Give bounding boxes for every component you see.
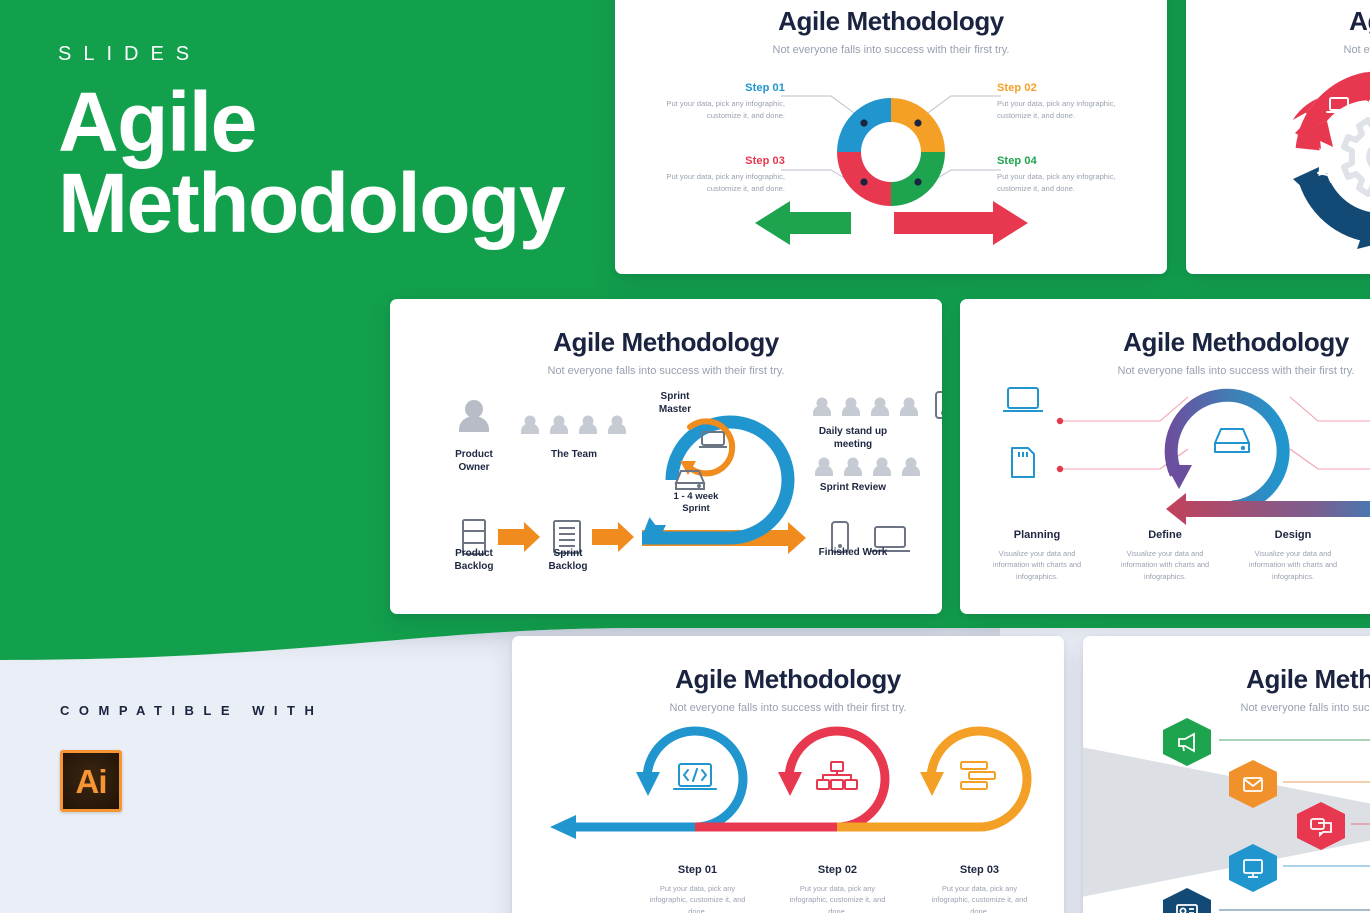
step-label: Step 02 xyxy=(997,82,1037,94)
step-label: Step 03 xyxy=(745,155,785,167)
donut-step-01: Step 01 Put your data, pick any infograp… xyxy=(637,82,785,122)
step-label: Step 01 xyxy=(745,82,785,94)
step-body: Put your data, pick any infographic, cus… xyxy=(931,883,1028,913)
phases-loop-arrowhead xyxy=(1166,465,1192,489)
label-sprint-master: Sprint Master xyxy=(658,391,692,415)
green-arrow-left xyxy=(755,201,851,245)
slide-subtitle: Not everyone falls into success with the… xyxy=(1343,44,1370,56)
label-sprint-backlog: Sprint Backlog xyxy=(548,548,588,572)
slide-title: Agile Methodology xyxy=(1349,6,1370,36)
slide-subtitle: Not everyone falls into success with the… xyxy=(1117,365,1355,377)
donut-step-02: Step 02 Put your data, pick any infograp… xyxy=(997,82,1145,122)
label-product-owner: Product Owner xyxy=(455,449,493,473)
person-icon xyxy=(459,400,489,432)
loops-infographic xyxy=(550,726,1032,839)
step-body: Put your data, pick any infographic, cus… xyxy=(666,99,785,120)
phase-label: Planning xyxy=(1013,529,1061,541)
label-sprint-duration: 1 - 4 week Sprint xyxy=(673,491,719,514)
phase-item-develop: Develop Visualize your data and informat… xyxy=(1366,529,1370,582)
server-icon-design xyxy=(1214,428,1250,453)
sprint-review-people-icons xyxy=(815,457,920,476)
gear-icon xyxy=(1341,117,1370,197)
phase-body: Visualize your data and information with… xyxy=(1248,548,1338,581)
hexagons-infographic xyxy=(1083,718,1370,913)
slide-subtitle: Not everyone falls into success with the… xyxy=(669,702,907,714)
standup-people-icons xyxy=(813,397,918,416)
hierarchy-icon xyxy=(816,761,858,790)
hero-block: SLIDES Agile Methodology xyxy=(58,43,566,251)
hexagon-node-1 xyxy=(1163,718,1211,766)
step-body: Put your data, pick any infographic, cus… xyxy=(997,172,1116,193)
donut-step-03: Step 03 Put your data, pick any infograp… xyxy=(637,155,785,195)
label-daily-standup: Daily stand up meeting xyxy=(818,426,888,450)
phase-label: Define xyxy=(1148,529,1182,541)
phase-label: Design xyxy=(1274,529,1312,541)
phase-item-planning: Planning Visualize your data and informa… xyxy=(982,529,1092,582)
list-icon xyxy=(960,761,996,790)
step-label: Step 02 xyxy=(817,864,858,876)
step-label: Step 04 xyxy=(997,155,1037,167)
laptop-icon-planning xyxy=(1003,387,1043,412)
slide-card-loops[interactable]: Agile Methodology Not everyone falls int… xyxy=(512,636,1064,913)
phone-icon-standup xyxy=(935,391,942,419)
phase-item-design: Design Visualize your data and informati… xyxy=(1238,529,1348,582)
step-label: Step 03 xyxy=(959,864,1000,876)
loop-blue-arrowhead xyxy=(550,815,576,839)
step-body: Put your data, pick any infographic, cus… xyxy=(997,99,1116,120)
step-body: Put your data, pick any infographic, cus… xyxy=(649,883,746,913)
slide-title: Agile Methodology xyxy=(1123,327,1349,357)
phase-body: Visualize your data and information with… xyxy=(992,548,1082,581)
cycle-arrows-infographic xyxy=(1292,71,1370,249)
slide-card-sprint[interactable]: Agile Methodology Not everyone falls int… xyxy=(390,299,942,614)
phase-body: Visualize your data and information with… xyxy=(1366,548,1370,582)
sprint-loop xyxy=(642,415,795,545)
adobe-illustrator-icon: Ai xyxy=(60,750,122,812)
compatible-with-label: COMPATIBLE WITH xyxy=(60,703,324,718)
hero-title-line2: Methodology xyxy=(58,156,566,251)
slide-subtitle: Not everyone falls into success with the… xyxy=(547,365,785,377)
slide-subtitle: Not everyone falls into success with the… xyxy=(772,44,1010,56)
donut-ring xyxy=(837,98,945,206)
hero-kicker: SLIDES xyxy=(58,43,202,65)
phase-body: Visualize your data and information with… xyxy=(1120,548,1210,581)
sd-card-icon-define xyxy=(1011,447,1035,478)
page-title: Agile Methodology xyxy=(58,80,566,251)
server-icon-sprint xyxy=(674,470,706,490)
label-the-team: The Team xyxy=(551,449,597,460)
label-finished-work: Finished Work xyxy=(818,547,888,558)
hero-title-line1: Agile xyxy=(58,75,257,169)
label-sprint-review: Sprint Review xyxy=(819,482,887,493)
hexagon-node-5 xyxy=(1163,888,1211,913)
step-label: Step 01 xyxy=(677,864,718,876)
phase-item-define: Define Visualize your data and informati… xyxy=(1110,529,1220,582)
step-body: Put your data, pick any infographic, cus… xyxy=(789,883,886,913)
slide-card-cycle[interactable]: Agile Methodology Not everyone falls int… xyxy=(1186,0,1370,274)
phase-label: Develop xyxy=(1366,529,1370,543)
slide-card-donut[interactable]: Agile Methodology Not everyone falls int… xyxy=(615,0,1167,274)
ai-badge-text: Ai xyxy=(75,762,108,800)
loop-step-03: Step 03 Put your data, pick any infograp… xyxy=(922,864,1037,913)
donut-step-04: Step 04 Put your data, pick any infograp… xyxy=(997,155,1145,195)
slide-card-hexagons[interactable]: Agile Methodology Not everyone falls int… xyxy=(1083,636,1370,913)
loop-step-02: Step 02 Put your data, pick any infograp… xyxy=(780,864,895,913)
phases-infographic xyxy=(1003,387,1370,525)
slide-title: Agile Methodology xyxy=(778,6,1004,36)
poster-canvas: SLIDES Agile Methodology COMPATIBLE WITH… xyxy=(0,0,1370,913)
step-body: Put your data, pick any infographic, cus… xyxy=(666,172,785,193)
slide-title: Agile Methodology xyxy=(1246,664,1370,694)
slide-title: Agile Methodology xyxy=(553,327,779,357)
loop-step-01: Step 01 Put your data, pick any infograp… xyxy=(640,864,755,913)
red-arrow-right xyxy=(894,201,1028,245)
code-laptop-icon xyxy=(673,763,717,790)
slide-title: Agile Methodology xyxy=(675,664,901,694)
compatible-with-block: COMPATIBLE WITH Ai xyxy=(60,703,323,812)
slide-card-phases[interactable]: Agile Methodology Not everyone falls int… xyxy=(960,299,1370,614)
team-icons xyxy=(521,415,626,434)
